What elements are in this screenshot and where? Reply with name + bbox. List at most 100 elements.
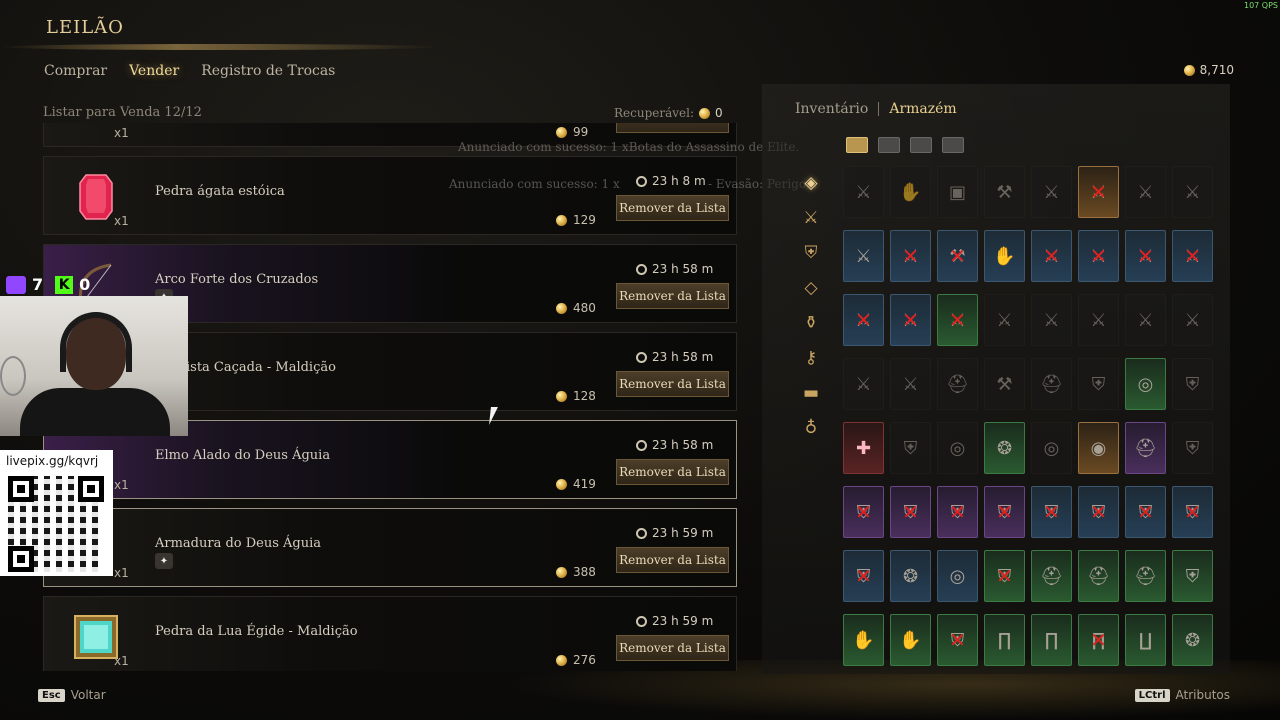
inventory-slot[interactable]: ⛨ [1078,358,1119,410]
inventory-slot[interactable]: ⚒ ✕ [937,230,978,282]
tab-armazem[interactable]: Armazém [889,101,956,117]
inventory-slot[interactable]: ⛑ [1031,550,1072,602]
listing-row[interactable]: x1 Pedra ágata estóica 23 h 8 m 129 Remo… [43,156,737,235]
chest-icon[interactable] [878,137,900,153]
inventory-slot[interactable]: ✚ [843,422,884,474]
inventory-slot[interactable]: ❂ [890,550,931,602]
inventory-slot[interactable]: ⚔ [984,294,1025,346]
inventory-slot[interactable]: ⚔ ✕ [1172,230,1213,282]
inventory-slot[interactable]: ✋ [890,614,931,666]
inventory-slot[interactable]: ⚔ [843,358,884,410]
inventory-slot[interactable]: ⚔ [1172,294,1213,346]
inventory-slot[interactable]: ⚔ [1031,294,1072,346]
remove-listing-button[interactable]: Remover da Lista [616,371,729,397]
inventory-slot[interactable]: ∐ [1125,614,1166,666]
inventory-slot[interactable]: ◎ [1031,422,1072,474]
tab-vender[interactable]: Vender [129,63,179,79]
inventory-slot[interactable]: ⚔ [1078,294,1119,346]
listing-timer: 23 h 59 m [636,614,713,628]
inventory-slot[interactable]: ⛑ [937,358,978,410]
inventory-slot[interactable]: ⛑ [1078,550,1119,602]
listing-name: Elmo Alado do Deus Águia [155,448,331,463]
inventory-slot[interactable]: ❂ [984,422,1025,474]
inventory-slot[interactable]: ◎ [1125,358,1166,410]
inventory-slot[interactable]: ◉ [1078,422,1119,474]
inventory-slot[interactable]: ∏ [1031,614,1072,666]
inventory-slot[interactable]: ⚔ [843,230,884,282]
all-items-icon[interactable]: ◈ [798,170,824,196]
remove-listing-button[interactable]: Remover da Lista [616,195,729,221]
chest-icon[interactable] [910,137,932,153]
listing-timer: 23 h 58 m [636,438,713,452]
inventory-slot[interactable]: ⚔ [890,358,931,410]
inventory-slot[interactable]: ⛨ ✕ [984,550,1025,602]
inventory-slot[interactable]: ⚒ [984,166,1025,218]
pix-qr-panel: livepix.gg/kqvrj [0,450,113,576]
inventory-slot[interactable]: ❂ [1172,614,1213,666]
inventory-slot[interactable]: ⚔ [1125,166,1166,218]
key-icon[interactable]: ⚷ [798,345,824,371]
bag-icon[interactable]: ♁ [798,415,824,441]
listing-row[interactable]: x1 Armadura do Deus Águia ✦ 23 h 59 m 38… [43,508,737,587]
inventory-slot[interactable]: ∏ ✕ [1078,614,1119,666]
inventory-slot[interactable]: ⚔ ✕ [1078,166,1119,218]
inventory-slot[interactable]: ⚔ ✕ [1125,230,1166,282]
footer-back[interactable]: Esc Voltar [38,688,106,702]
inventory-slot[interactable]: ⚒ [984,358,1025,410]
inventory-slot[interactable]: ✋ [984,230,1025,282]
ingot-icon[interactable]: ▬ [798,380,824,406]
inventory-slot[interactable]: ⛑ [1125,422,1166,474]
potion-icon[interactable]: ⚱ [798,310,824,336]
inventory-slot[interactable]: ⚔ ✕ [843,294,884,346]
inventory-slot[interactable]: ⚔ ✕ [937,294,978,346]
inventory-slot[interactable]: ⚔ [1172,166,1213,218]
chest-icon[interactable] [846,137,868,153]
inventory-slot[interactable]: ⚔ [843,166,884,218]
remove-listing-button[interactable]: Remover da Lista [616,635,729,661]
armor-icon[interactable]: ⛨ [798,240,824,266]
remove-listing-button[interactable] [616,123,729,133]
inventory-slot[interactable]: ⚔ ✕ [890,294,931,346]
inventory-slot[interactable]: ⛨ ✕ [843,550,884,602]
sword-icon[interactable]: ⚔ [798,205,824,231]
chest-icon[interactable] [942,137,964,153]
listing-price: 276 [556,653,596,667]
footer-attributes[interactable]: LCtrl Atributos [1134,688,1230,702]
inventory-slot[interactable]: ⛨ ✕ [890,486,931,538]
inventory-slot[interactable]: ⚔ [1031,166,1072,218]
inventory-slot[interactable]: ⛨ [1172,550,1213,602]
remove-listing-button[interactable]: Remover da Lista [616,283,729,309]
inventory-slot[interactable]: ⛨ ✕ [1078,486,1119,538]
inventory-slot[interactable]: ⛨ [890,422,931,474]
inventory-slot[interactable]: ◎ [937,422,978,474]
listing-row[interactable]: x1 Pedra da Lua Égide - Maldição 23 h 59… [43,596,737,671]
fps-counter: 107 QPS [1243,1,1278,10]
inventory-slot[interactable]: ✋ [890,166,931,218]
inventory-slot[interactable]: ✋ [843,614,884,666]
inventory-slot[interactable]: ⛨ ✕ [937,614,978,666]
tab-registro-trocas[interactable]: Registro de Trocas [201,63,335,79]
inventory-slot[interactable]: ⚔ ✕ [1031,230,1072,282]
tab-comprar[interactable]: Comprar [44,63,107,79]
inventory-slot[interactable]: ⛨ ✕ [1172,486,1213,538]
remove-listing-button[interactable]: Remover da Lista [616,459,729,485]
inventory-slot[interactable]: ⛨ [1172,358,1213,410]
inventory-slot[interactable]: ⛨ [1172,422,1213,474]
inventory-slot[interactable]: ⚔ ✕ [890,230,931,282]
listing-name: Pedra da Lua Égide - Maldição [155,624,358,639]
inventory-slot[interactable]: ⛨ ✕ [937,486,978,538]
inventory-slot[interactable]: ∏ [984,614,1025,666]
inventory-slot[interactable]: ▣ [937,166,978,218]
inventory-slot[interactable]: ⛨ ✕ [1031,486,1072,538]
remove-listing-button[interactable]: Remover da Lista [616,547,729,573]
inventory-slot[interactable]: ⚔ ✕ [1078,230,1119,282]
accessory-icon[interactable]: ◇ [798,275,824,301]
inventory-slot[interactable]: ⛨ ✕ [984,486,1025,538]
inventory-slot[interactable]: ⛑ [1125,550,1166,602]
inventory-slot[interactable]: ⛨ ✕ [843,486,884,538]
inventory-slot[interactable]: ⛑ [1031,358,1072,410]
inventory-slot[interactable]: ⛨ ✕ [1125,486,1166,538]
inventory-slot[interactable]: ◎ [937,550,978,602]
tab-inventario[interactable]: Inventário [795,101,868,117]
inventory-slot[interactable]: ⚔ [1125,294,1166,346]
